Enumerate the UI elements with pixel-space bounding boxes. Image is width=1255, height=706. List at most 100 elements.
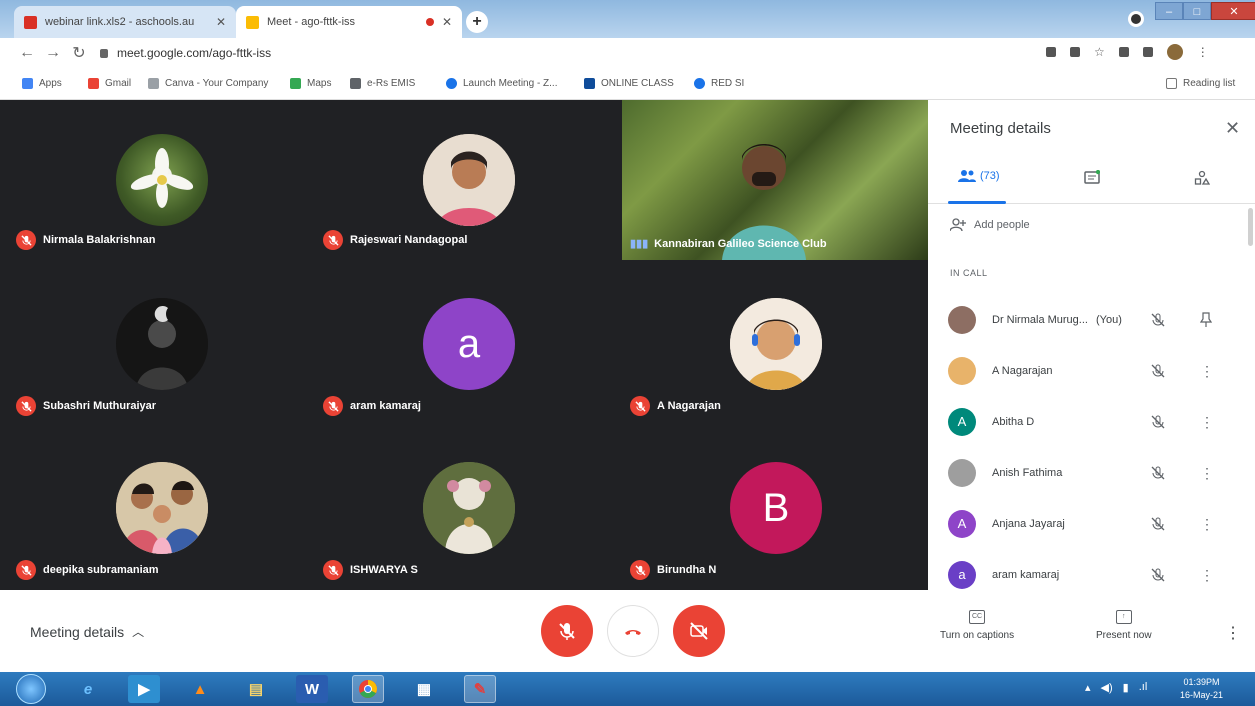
bookmark-maps[interactable]: Maps [290,78,331,89]
tab-title: webinar link.xls2 - aschools.au [45,16,195,28]
url-text: meet.google.com/ago-fttk-iss [117,46,272,60]
puzzle-icon[interactable] [1142,47,1153,57]
back-icon[interactable]: ← [14,44,40,62]
tab-activities[interactable] [1194,170,1210,186]
chrome-icon[interactable] [352,675,384,703]
new-tab-button[interactable]: + [466,11,488,33]
more-vert-icon[interactable]: ⋮ [1200,567,1214,583]
bookmark-apps[interactable]: Apps [22,78,62,89]
close-tab-icon[interactable]: ✕ [216,15,226,29]
mic-toggle-button[interactable] [541,605,593,657]
scrollbar[interactable] [1248,208,1253,246]
close-panel-icon[interactable]: ✕ [1225,118,1240,139]
camera-icon[interactable] [1046,47,1056,57]
signal-icon[interactable]: .ıl [1139,681,1148,694]
more-options-icon[interactable]: ⋮ [1225,623,1241,643]
bookmark-zoom[interactable]: Launch Meeting - Z... [446,78,558,89]
participant-tile[interactable]: Nirmala Balakrishnan [8,100,308,260]
participant-name-label: deepika subramaniam [16,560,159,580]
add-people-button[interactable]: Add people [950,218,1030,232]
participant-tile[interactable]: A Nagarajan [622,266,922,426]
camera-toggle-button[interactable] [673,605,725,657]
media-player-icon[interactable]: ▶ [128,675,160,703]
bookmark-canva[interactable]: Canva - Your Company [148,78,268,89]
tab-meet[interactable]: Meet - ago-fttk-iss ✕ [236,6,462,38]
pin-icon[interactable] [1200,311,1212,328]
avatar: a [948,560,976,589]
participant-video-tile[interactable]: ▮▮▮ Kannabiran Galileo Science Club [622,100,928,260]
meet-favicon-icon [246,15,259,29]
captions-button[interactable]: CC Turn on captions [940,610,1014,641]
profile-icon[interactable] [1128,11,1144,27]
address-bar-row: ← → ↻ meet.google.com/ago-fttk-iss ☆ ⋮ [0,38,1255,68]
extension-icon[interactable] [1070,47,1080,57]
list-item[interactable]: A Abitha D ⋮ [928,396,1255,447]
participant-tile[interactable]: deepika subramaniam [8,430,308,590]
bookmark-star-icon[interactable]: ☆ [1094,45,1105,59]
activities-icon [1194,170,1210,185]
participant-tile[interactable]: ISHWARYA S [315,430,615,590]
mic-off-icon [1151,568,1165,581]
show-hidden-icons[interactable]: ▴ [1085,681,1091,694]
taskbar-clock[interactable]: 01:39PM 16-May-21 [1180,676,1223,702]
bookmark-online-class[interactable]: ONLINE CLASS [584,78,674,89]
list-item[interactable]: A Anjana Jayaraj ⋮ [928,498,1255,549]
volume-icon[interactable]: ◀) [1101,681,1113,694]
list-item[interactable]: A Nagarajan ⋮ [928,345,1255,396]
bookmark-red-si[interactable]: RED SI [694,78,744,89]
participant-name-label: ▮▮▮ Kannabiran Galileo Science Club [630,237,827,251]
more-vert-icon[interactable]: ⋮ [1200,516,1214,532]
extension-icon[interactable] [1118,47,1129,57]
present-now-button[interactable]: ↑ Present now [1096,610,1152,641]
account-avatar[interactable] [1166,44,1183,60]
url-field[interactable]: meet.google.com/ago-fttk-iss [100,42,1020,64]
bookmarks-bar: Apps Gmail Canva - Your Company Maps e-R… [0,68,1255,100]
active-tab-indicator [948,201,1006,204]
more-vert-icon[interactable]: ⋮ [1197,45,1209,59]
internet-explorer-icon[interactable]: e [72,675,104,703]
tab-chat[interactable] [1084,170,1100,186]
tab-people[interactable]: (73) [958,170,1000,182]
start-button[interactable] [16,674,46,704]
bookmark-gmail[interactable]: Gmail [88,78,131,89]
list-item[interactable]: Dr Nirmala Murug... (You) [928,294,1255,345]
reload-icon[interactable]: ↻ [66,43,92,63]
more-vert-icon[interactable]: ⋮ [1200,363,1214,379]
folder-icon[interactable]: ▤ [240,675,272,703]
leave-call-button[interactable] [607,605,659,657]
mic-off-icon [630,560,650,580]
participant-name-label: Nirmala Balakrishnan [16,230,156,250]
participant-tile[interactable]: Subashri Muthuraiyar [8,266,308,426]
tab-webinar[interactable]: webinar link.xls2 - aschools.au ✕ [14,6,236,38]
minimize-button[interactable]: – [1155,2,1183,20]
bookmark-emis[interactable]: e-Rs EMIS [350,78,415,89]
avatar: A [948,407,976,436]
participant-tile[interactable]: B Birundha N [622,430,922,590]
avatar-woman [423,134,515,226]
more-vert-icon[interactable]: ⋮ [1200,465,1214,481]
mic-off-icon [16,560,36,580]
more-vert-icon[interactable]: ⋮ [1200,414,1214,430]
forward-icon[interactable]: → [40,44,66,62]
maximize-button[interactable]: □ [1183,2,1211,20]
paint-icon[interactable]: ✎ [464,675,496,703]
word-icon[interactable]: W [296,675,328,703]
gmail-icon [88,78,99,89]
participant-name-label: ISHWARYA S [323,560,418,580]
vlc-icon[interactable]: ▲ [184,675,216,703]
chevron-up-icon: ︿ [132,625,145,639]
close-window-button[interactable]: ✕ [1211,2,1255,20]
participant-tile[interactable]: a aram kamaraj [315,266,615,426]
system-tray: ▴ ◀) ▮ .ıl [1085,681,1147,694]
network-app-icon[interactable]: ▦ [408,675,440,703]
network-icon[interactable]: ▮ [1123,681,1129,694]
meeting-details-panel: Meeting details ✕ (73) Add people IN CAL… [928,100,1255,590]
reading-list[interactable]: Reading list [1166,78,1235,89]
avatar-child [730,298,822,390]
participant-tile[interactable]: Rajeswari Nandagopal [315,100,615,260]
meeting-details-toggle[interactable]: Meeting details ︿ [30,623,144,640]
present-icon: ↑ [1115,610,1132,624]
avatar-letter: B [730,462,822,554]
close-tab-icon[interactable]: ✕ [442,15,452,29]
list-item[interactable]: Anish Fathima ⋮ [928,447,1255,498]
